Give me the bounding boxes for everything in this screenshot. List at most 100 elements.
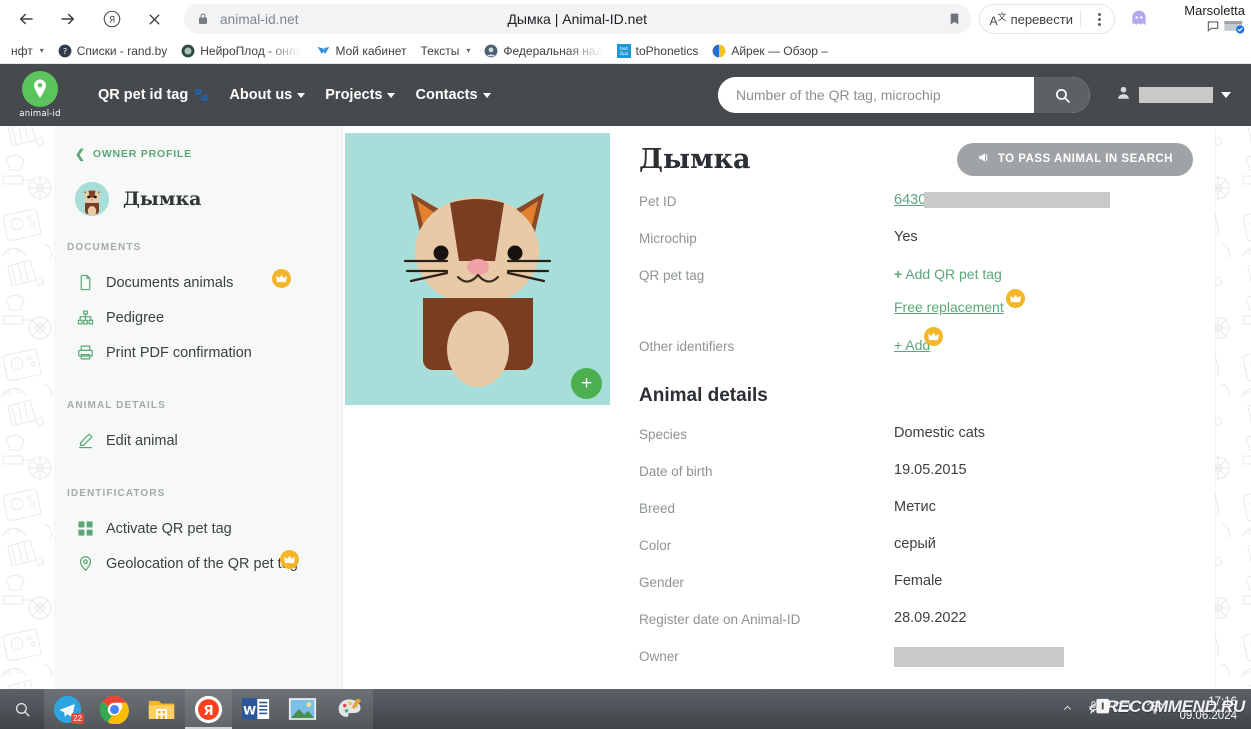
taskbar-item-word[interactable]: W [232, 689, 279, 729]
profile-area[interactable]: Marsoletta [1161, 4, 1245, 34]
pass-button-label: TO PASS ANIMAL IN SEARCH [997, 153, 1173, 165]
back-button[interactable] [10, 3, 42, 35]
battery-icon[interactable] [1113, 700, 1133, 718]
field-color: Color серый [639, 536, 1199, 573]
add-qr-label: Add QR pet tag [905, 266, 1002, 282]
translate-button[interactable]: A文 перевести [978, 4, 1115, 34]
nav-item-about-us[interactable]: About us [229, 87, 306, 103]
profile-name: Marsoletta [1184, 3, 1245, 18]
ghost-extension-icon[interactable] [1127, 7, 1151, 31]
nav-item-qr-pet-id-tag[interactable]: QR pet id tag 🐾 [98, 87, 209, 103]
windows-taskbar: 22 Я W 17:16 09.06.2024 [0, 689, 1251, 729]
show-hidden-icons-chevron[interactable] [1061, 700, 1074, 718]
bookmark-moy-kabinet[interactable]: Мой кабинет [309, 40, 413, 62]
bookmark-label: Мой кабинет [335, 43, 407, 58]
free-replacement-link[interactable]: Free replacement [894, 299, 1004, 315]
chevron-down-icon: ▾ [466, 46, 471, 55]
search-button[interactable] [1034, 77, 1090, 113]
taskbar-search-button[interactable] [0, 701, 44, 718]
bookmark-federalnaya[interactable]: Федеральная нал [477, 40, 609, 62]
sidebar-pet-header[interactable]: Дымка [75, 182, 342, 216]
taskbar-item-yandex-browser[interactable]: Я [185, 689, 232, 729]
add-qr-pet-tag-link[interactable]: + Add QR pet tag [894, 266, 1002, 282]
bookmark-icon[interactable] [948, 11, 961, 27]
yandex-reload-icon[interactable]: Я [96, 3, 128, 35]
sidebar-item-pedigree[interactable]: Pedigree [55, 300, 342, 335]
sidebar-item-print-pdf-confirmation[interactable]: Print PDF confirmation [55, 335, 342, 370]
site-logo[interactable]: animal-id [18, 71, 62, 119]
premium-crown-icon [1006, 289, 1025, 308]
field-other-identifiers: Other identifiers + Add [639, 327, 1199, 371]
nav-item-contacts[interactable]: Contacts [415, 87, 491, 103]
url-text: animal-id.net [220, 11, 299, 27]
stop-button[interactable] [138, 3, 170, 35]
pass-animal-in-search-button[interactable]: TO PASS ANIMAL IN SEARCH [956, 142, 1193, 176]
field-label: Breed [639, 501, 676, 516]
bookmark-tophonetics[interactable]: text 2ipa toPhonetics [610, 40, 706, 62]
taskbar-item-telegram[interactable]: 22 [44, 689, 91, 729]
svg-text:Я: Я [109, 15, 115, 26]
field-value: 19.05.2015 [894, 462, 967, 478]
sidebar-item-label: Geolocation of the QR pet tag [106, 555, 298, 572]
search-input[interactable] [718, 77, 1034, 113]
bird-icon [316, 44, 330, 58]
wifi-icon[interactable] [1146, 700, 1164, 719]
kebab-menu-icon[interactable] [1088, 12, 1110, 26]
account-menu[interactable] [1116, 84, 1231, 106]
lock-icon[interactable] [192, 8, 214, 30]
taskbar-clock[interactable]: 17:16 09.06.2024 [1179, 695, 1243, 723]
nav-item-projects[interactable]: Projects [325, 87, 396, 103]
field-label: Register date on Animal-ID [639, 612, 801, 627]
chevron-left-icon: ❮ [75, 147, 86, 161]
browser-toolbar: Я animal-id.net Дымка | Animal-ID.net A文… [0, 0, 1251, 38]
taskbar-item-photos[interactable] [279, 689, 326, 729]
address-bar[interactable]: animal-id.net Дымка | Animal-ID.net [184, 4, 971, 34]
emblem-icon [484, 44, 498, 58]
sidebar-item-label: Documents animals [106, 274, 234, 291]
yandex-browser-icon: Я [194, 695, 223, 723]
chrome-icon [100, 695, 129, 724]
main-content: + Дымка TO PASS ANIMAL IN SEARCH Pet ID [343, 126, 1215, 689]
notification-badge: 22 [71, 713, 84, 724]
bookmark-folder-nft[interactable]: нфт ▾ [4, 40, 51, 62]
owner-profile-label: OWNER PROFILE [92, 148, 192, 160]
bookmark-spiski[interactable]: ? Списки - rand.by [51, 40, 175, 62]
sidebar-item-documents-animals[interactable]: Documents animals [55, 265, 342, 300]
bookmark-folder-teksty[interactable]: Тексты ▾ [414, 40, 478, 62]
taskbar-item-chrome[interactable] [91, 689, 138, 729]
field-breed: Breed Метис [639, 499, 1199, 536]
field-owner: Owner [639, 647, 1199, 684]
animal-details-heading: Animal details [639, 385, 768, 406]
owner-profile-link[interactable]: ❮ OWNER PROFILE [75, 148, 342, 160]
pet-photo[interactable]: + [345, 133, 610, 405]
cat-avatar [75, 182, 109, 216]
pet-id-link[interactable]: 6430 [894, 192, 926, 208]
sidebar-item-geolocation-qr-pet-tag[interactable]: Geolocation of the QR pet tag [55, 546, 342, 581]
premium-crown-icon [272, 269, 291, 288]
field-value: 28.09.2022 [894, 610, 967, 626]
taskbar-item-paint[interactable] [326, 689, 373, 729]
bookmark-label: Айрек — Обзор – [731, 43, 828, 58]
svg-text:text: text [620, 45, 628, 50]
sidebar-item-label: Edit animal [106, 432, 178, 449]
bookmark-airek[interactable]: Айрек — Обзор – [705, 40, 835, 62]
bookmark-neuroplod[interactable]: НейроПлод - онла [174, 40, 309, 62]
sidebar-item-activate-qr-pet-tag[interactable]: Activate QR pet tag [55, 511, 342, 546]
page-title-text: Дымка | Animal-ID.net [507, 11, 648, 27]
field-label: Date of birth [639, 464, 713, 479]
sidebar-group-documents-title: DOCUMENTS [67, 242, 142, 253]
svg-text:Я: Я [203, 702, 213, 718]
field-gender: Gender Female [639, 573, 1199, 610]
field-label: Gender [639, 575, 685, 590]
cat-illustration [345, 133, 610, 405]
sidebar-item-edit-animal[interactable]: Edit animal [55, 423, 342, 458]
field-free-replacement: Free replacement [639, 289, 1199, 337]
chevron-down-icon [387, 92, 396, 98]
add-photo-button[interactable]: + [571, 368, 602, 399]
field-value: серый [894, 536, 936, 552]
bookmarks-bar: нфт ▾ ? Списки - rand.by НейроПлод - онл… [0, 38, 1251, 64]
forward-button[interactable] [52, 3, 84, 35]
field-label: QR pet tag [639, 268, 705, 283]
field-value: Domestic cats [894, 425, 986, 441]
taskbar-item-file-explorer[interactable] [138, 689, 185, 729]
